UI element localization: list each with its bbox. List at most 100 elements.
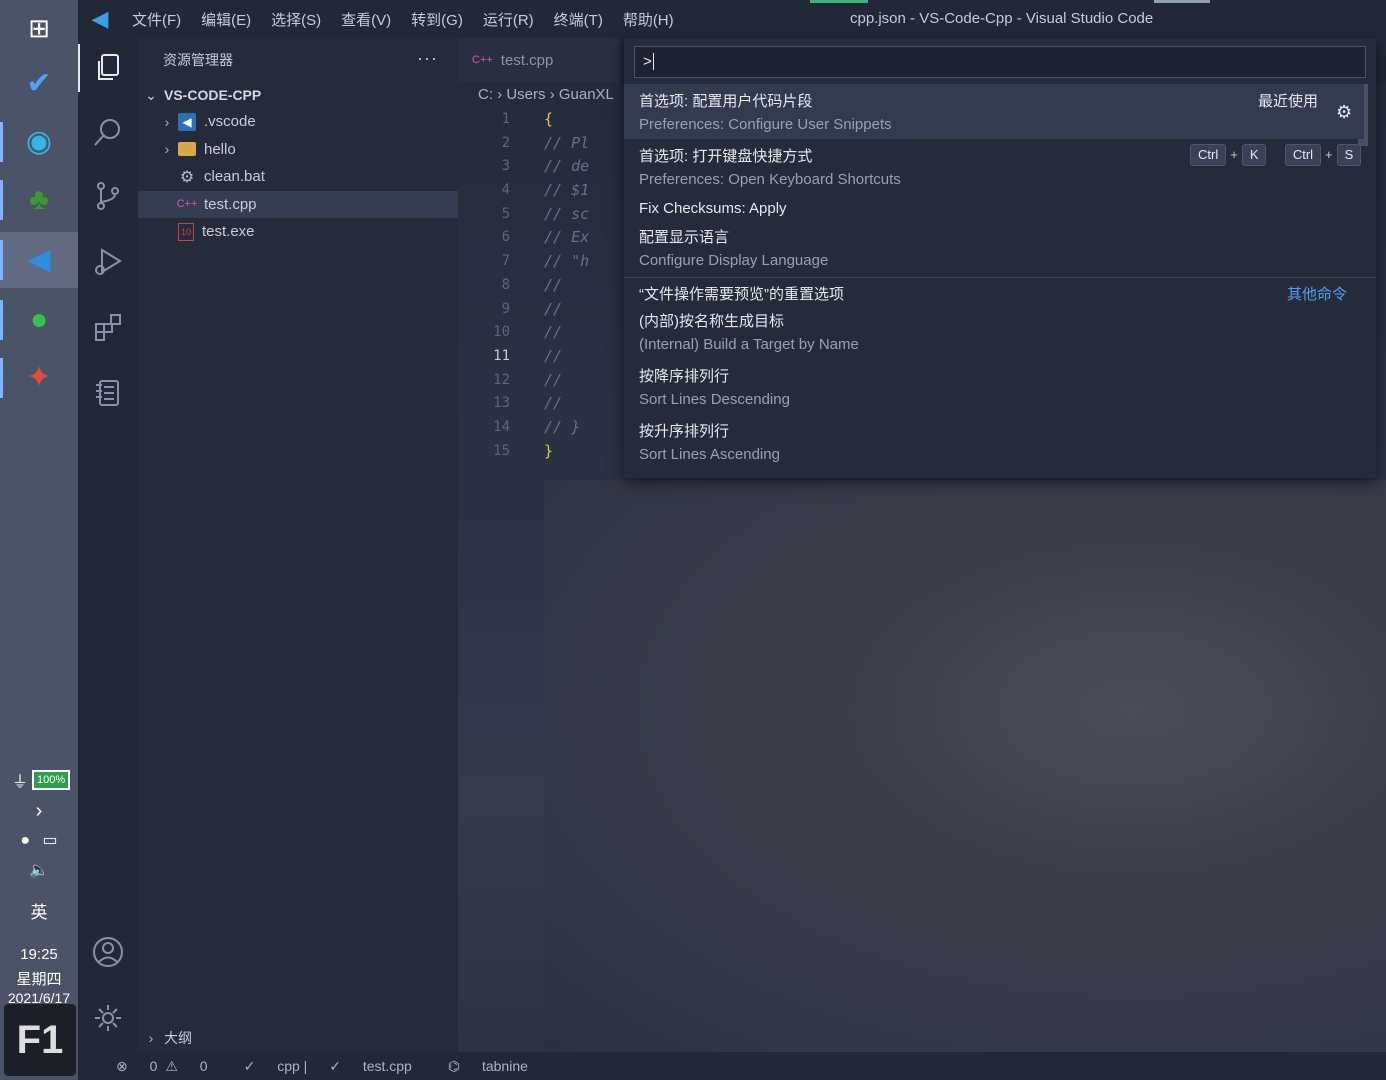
command-item-reset-preview[interactable]: “文件操作需要预览”的重置选项 其他命令 [624, 278, 1364, 306]
battery-indicator[interactable]: ⏚ 100% [12, 770, 71, 791]
gear-icon[interactable]: ⚙ [1336, 102, 1352, 123]
menu-help[interactable]: 帮助(H) [613, 9, 684, 30]
line-number: 5 [501, 205, 510, 222]
todo-app-icon[interactable]: ✔ [0, 56, 78, 112]
tree-item-label: test.exe [202, 223, 255, 241]
command-item-sort-ascending[interactable]: 按升序排列行 Sort Lines Ascending [624, 416, 1364, 471]
other-commands-label: 其他命令 [1287, 286, 1348, 303]
volume-icon[interactable]: 🔈 [0, 860, 78, 880]
tree-item-label: test.cpp [204, 195, 257, 213]
menu-file[interactable]: 文件(F) [122, 9, 191, 30]
command-label: Fix Checksums: Apply [639, 200, 787, 217]
workspace-root-label: VS-CODE-CPP [164, 87, 262, 103]
menu-go[interactable]: 转到(G) [401, 9, 473, 30]
background-wallpaper [544, 480, 1386, 1052]
breadcrumb-item[interactable]: Users [506, 86, 545, 103]
line-number: 12 [493, 371, 510, 388]
tree-app-icon[interactable]: ♣ [0, 172, 78, 228]
command-input-value: > [643, 53, 652, 70]
command-input[interactable]: > [634, 46, 1366, 78]
search-icon[interactable] [78, 104, 138, 160]
activity-bar [78, 38, 138, 1052]
tray-icons[interactable]: ● ▭ [0, 830, 78, 850]
command-detail: Preferences: Open Keyboard Shortcuts [639, 171, 901, 188]
menu-selection[interactable]: 选择(S) [261, 9, 331, 30]
clock-weekday[interactable]: 星期四 [0, 968, 78, 989]
command-item-fix-checksums[interactable]: Fix Checksums: Apply [624, 194, 1364, 222]
gear-file-icon: ⚙ [179, 168, 195, 186]
folder-icon [178, 142, 196, 157]
wechat-tray-icon[interactable]: ● [20, 832, 30, 849]
tree-item-test-cpp[interactable]: C++ test.cpp [138, 190, 458, 218]
menu-edit[interactable]: 编辑(E) [191, 9, 261, 30]
menu-terminal[interactable]: 终端(T) [544, 9, 613, 30]
command-label: 配置显示语言 [639, 229, 730, 246]
display-tray-icon[interactable]: ▭ [43, 832, 58, 849]
remote-explorer-icon[interactable] [78, 364, 138, 420]
line-number: 1 [501, 111, 510, 127]
command-item-build-target[interactable]: (内部)按名称生成目标 (Internal) Build a Target by… [624, 306, 1364, 361]
workspace-root-folder[interactable]: ⌄ VS-CODE-CPP [138, 82, 458, 108]
language-label: cpp [277, 1057, 300, 1074]
explorer-icon[interactable] [78, 40, 138, 96]
command-palette: > 首选项: 配置用户代码片段 Preferences: Configure U… [624, 38, 1376, 478]
vscode-app-icon[interactable]: ◀ [0, 232, 78, 288]
wechat-app-icon[interactable]: ● [0, 292, 78, 348]
breadcrumb-item[interactable]: C: [478, 86, 493, 103]
command-label: (内部)按名称生成目标 [639, 313, 784, 330]
line-number: 9 [501, 300, 510, 317]
key: K [1241, 144, 1267, 166]
tab-label: test.cpp [500, 51, 554, 69]
tree-item-test-exe[interactable]: 10 test.exe [138, 218, 458, 246]
tab-test-cpp[interactable]: C++ test.cpp [458, 38, 620, 82]
command-item-keyboard-shortcuts[interactable]: 首选项: 打开键盘快捷方式 Preferences: Open Keyboard… [624, 139, 1364, 194]
tray-expand-chevron-icon[interactable]: › [0, 800, 78, 823]
ime-indicator[interactable]: 英 [0, 898, 78, 923]
breadcrumb: C: › Users › GuanXL [478, 86, 614, 103]
chevron-right-icon: › [497, 86, 507, 103]
line-number: 14 [493, 418, 510, 435]
settings-gear-icon[interactable] [78, 990, 138, 1046]
language-status[interactable]: ✓ cpp | ✓ test.cpp [226, 1058, 412, 1075]
line-number: 7 [501, 253, 510, 270]
tree-item-clean-bat[interactable]: ⚙ clean.bat [138, 163, 458, 191]
source-control-icon[interactable] [78, 168, 138, 224]
problems-indicator[interactable]: ⊗ 0 ⚠ 0 [98, 1058, 208, 1075]
command-label: 按降序排列行 [639, 368, 730, 385]
command-detail: Preferences: Configure User Snippets [639, 116, 892, 133]
line-number: 8 [501, 276, 510, 293]
line-number-gutter: 1 2 3 4 5 6 7 8 9 10 11 12 13 14 15 [458, 108, 544, 463]
command-item-display-language[interactable]: 配置显示语言 Configure Display Language [624, 222, 1364, 277]
menu-view[interactable]: 查看(V) [331, 9, 401, 30]
windows-start-icon[interactable]: ⊞ [0, 0, 78, 56]
tree-item-vscode[interactable]: › ◀ .vscode [138, 108, 458, 136]
menu-run[interactable]: 运行(R) [473, 9, 544, 30]
clock-time[interactable]: 19:25 [0, 946, 78, 963]
tabnine-status[interactable]: ⌬ tabnine [430, 1058, 528, 1075]
breadcrumb-item[interactable]: GuanXL [559, 86, 614, 103]
line-number: 6 [501, 229, 510, 246]
chevron-right-icon: › [148, 1030, 154, 1046]
run-debug-icon[interactable] [78, 234, 138, 290]
battery-level: 100% [32, 770, 71, 790]
chevron-down-icon: ⌄ [145, 86, 157, 103]
edge-browser-icon[interactable]: ◉ [0, 114, 78, 170]
other-app-icon[interactable]: ✦ [0, 350, 78, 406]
title-progress-left [810, 0, 868, 3]
extensions-icon[interactable] [78, 300, 138, 356]
line-number: 13 [493, 395, 510, 412]
status-bar: ⊗ 0 ⚠ 0 ✓ cpp | ✓ test.cpp ⌬ tabnine [78, 1052, 1386, 1080]
line-number: 2 [501, 134, 510, 151]
tree-item-label: .vscode [204, 113, 256, 131]
outline-section[interactable]: › 大纲 [138, 1024, 458, 1052]
tree-item-hello[interactable]: › hello [138, 136, 458, 164]
windows-taskbar: ⊞ ✔ ◉ ♣ ◀ ● ✦ ⏚ 100% › ● ▭ 🔈 英 19:25 星期四… [0, 0, 78, 1080]
file-label: test.cpp [362, 1057, 412, 1074]
more-actions-icon[interactable]: ··· [417, 48, 438, 69]
command-item-sort-descending[interactable]: 按降序排列行 Sort Lines Descending [624, 361, 1364, 416]
command-detail: Sort Lines Ascending [639, 446, 780, 463]
line-number: 10 [493, 324, 510, 341]
account-icon[interactable] [78, 924, 138, 980]
command-item-configure-snippets[interactable]: 首选项: 配置用户代码片段 Preferences: Configure Use… [624, 84, 1364, 139]
chevron-right-icon: › [164, 141, 170, 158]
